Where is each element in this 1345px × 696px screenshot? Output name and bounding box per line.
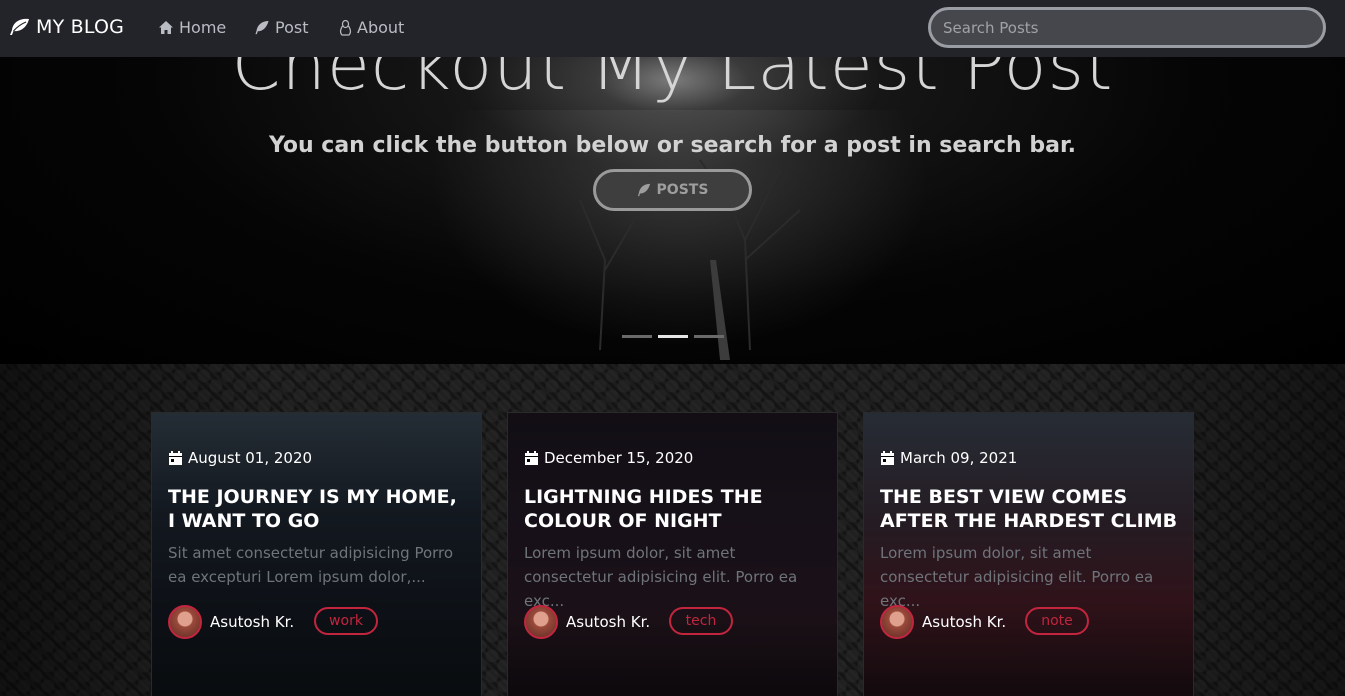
post-tag[interactable]: work (314, 607, 378, 635)
post-tag[interactable]: note (1025, 607, 1089, 635)
nav-home[interactable]: Home (158, 18, 226, 37)
post-date-text: December 15, 2020 (544, 449, 694, 467)
feather-icon (255, 20, 269, 35)
nav-post[interactable]: Post (254, 18, 308, 37)
feather-icon (637, 183, 650, 197)
post-date-text: March 09, 2021 (900, 449, 1018, 467)
post-title[interactable]: LIGHTNING HIDES THE COLOUR OF NIGHT (524, 485, 824, 533)
brand[interactable]: MY BLOG (10, 16, 124, 38)
avatar (168, 605, 202, 639)
navbar: MY BLOG Home Post About (0, 0, 1345, 57)
carousel-indicators (622, 335, 724, 338)
carousel-indicator-3[interactable] (694, 335, 724, 338)
post-tag[interactable]: tech (669, 607, 733, 635)
author-name: Asutosh Kr. (210, 613, 295, 631)
linux-icon (339, 19, 352, 36)
avatar (880, 605, 914, 639)
post-title[interactable]: THE BEST VIEW COMES AFTER THE HARDEST CL… (880, 485, 1180, 533)
post-author: Asutosh Kr. (880, 605, 1006, 639)
calendar-icon (525, 451, 538, 465)
hero-subtitle: You can click the button below or search… (268, 133, 1077, 158)
posts-button[interactable]: POSTS (593, 169, 752, 211)
post-card[interactable]: March 09, 2021 THE BEST VIEW COMES AFTER… (863, 412, 1194, 696)
avatar (524, 605, 558, 639)
brand-name: MY BLOG (36, 16, 125, 38)
nav-about-label: About (357, 18, 405, 37)
post-title[interactable]: THE JOURNEY IS MY HOME, I WANT TO GO (168, 485, 468, 533)
calendar-icon (169, 451, 182, 465)
post-author: Asutosh Kr. (168, 605, 294, 639)
author-name: Asutosh Kr. (922, 613, 1007, 631)
author-name: Asutosh Kr. (566, 613, 651, 631)
home-icon (159, 21, 173, 34)
post-excerpt: Sit amet consectetur adipisicing Porro e… (168, 544, 454, 586)
posts-button-label: POSTS (656, 182, 709, 198)
posts-section: August 01, 2020 THE JOURNEY IS MY HOME, … (0, 364, 1345, 696)
post-date: March 09, 2021 (880, 449, 1017, 467)
post-date-text: August 01, 2020 (188, 449, 313, 467)
post-date: August 01, 2020 (168, 449, 312, 467)
nav-post-label: Post (275, 18, 309, 37)
post-excerpt: Lorem ipsum dolor, sit amet consectetur … (524, 544, 798, 610)
carousel-indicator-2[interactable] (658, 335, 688, 338)
post-card[interactable]: December 15, 2020 LIGHTNING HIDES THE CO… (507, 412, 838, 696)
carousel-indicator-1[interactable] (622, 335, 652, 338)
post-excerpt: Lorem ipsum dolor, sit amet consectetur … (880, 544, 1154, 610)
nav-about[interactable]: About (339, 18, 404, 37)
post-author: Asutosh Kr. (524, 605, 650, 639)
post-date: December 15, 2020 (524, 449, 693, 467)
post-card[interactable]: August 01, 2020 THE JOURNEY IS MY HOME, … (151, 412, 482, 696)
search-input[interactable] (928, 7, 1326, 48)
calendar-icon (881, 451, 894, 465)
nav-home-label: Home (179, 18, 227, 37)
leaf-icon (10, 18, 29, 35)
